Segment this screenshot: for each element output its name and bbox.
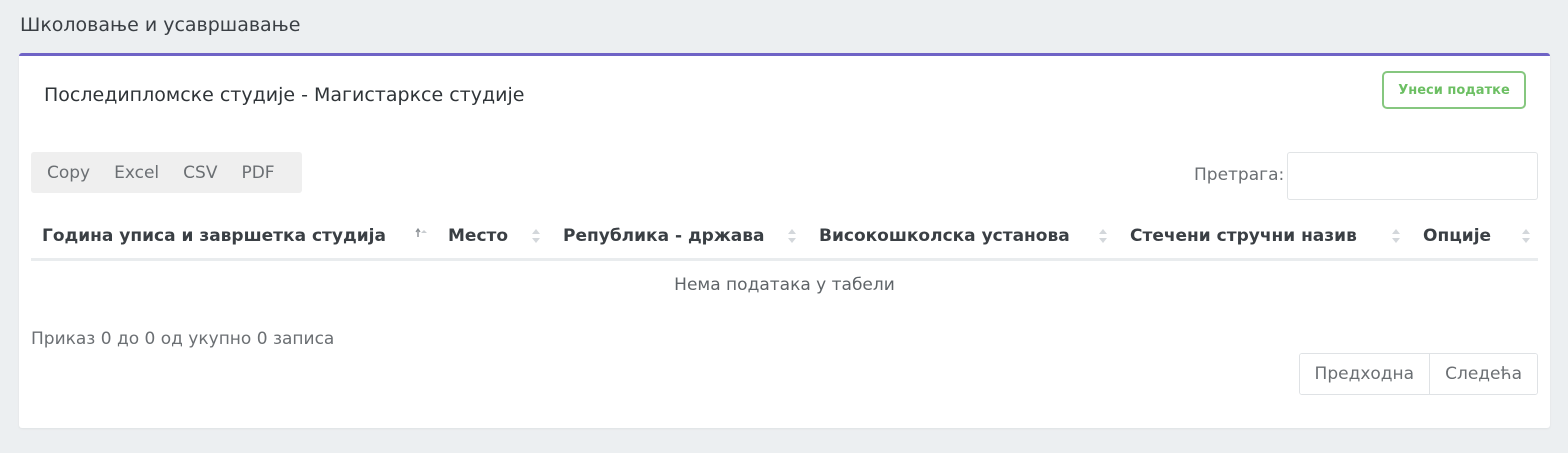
table-info: Приказ 0 до 0 од укупно 0 записа: [31, 329, 335, 349]
table-header: Година уписа и завршетка студија Место Р…: [31, 214, 1538, 261]
next-page-button[interactable]: Следећа: [1429, 354, 1537, 394]
search-input[interactable]: [1287, 152, 1538, 200]
search-label: Претрага:: [1194, 165, 1285, 185]
column-header-label: Стечени стручни назив: [1130, 226, 1357, 246]
column-header-label: Република - држава: [563, 226, 765, 246]
sort-icon: [532, 229, 540, 243]
data-table: Година уписа и завршетка студија Место Р…: [31, 214, 1538, 309]
column-header-label: Место: [448, 226, 509, 246]
column-header-year[interactable]: Година уписа и завршетка студија: [31, 214, 433, 258]
column-header-place[interactable]: Место: [437, 214, 548, 258]
column-header-label: Високошколска установа: [819, 226, 1070, 246]
sort-ascending-icon: [415, 227, 427, 237]
sort-icon: [1099, 229, 1107, 243]
previous-page-button[interactable]: Предходна: [1299, 354, 1430, 394]
column-header-country[interactable]: Република - држава: [552, 214, 804, 258]
page-title: Школовање и усавршавање: [20, 14, 301, 36]
table-body: Нема података у табели: [31, 261, 1538, 309]
pdf-button[interactable]: PDF: [229, 152, 286, 193]
csv-button[interactable]: CSV: [171, 152, 229, 193]
education-card: Последипломске студије - Магистарксе сту…: [19, 53, 1550, 428]
pagination: Предходна Следећа: [1298, 353, 1538, 395]
empty-table-message: Нема података у табели: [674, 275, 895, 295]
copy-button[interactable]: Copy: [35, 152, 102, 193]
column-header-label: Година уписа и завршетка студија: [42, 226, 386, 246]
sort-icon: [788, 229, 796, 243]
excel-button[interactable]: Excel: [102, 152, 171, 193]
column-header-label: Опције: [1423, 226, 1492, 246]
column-header-institution[interactable]: Високошколска установа: [808, 214, 1115, 258]
column-header-options[interactable]: Опције: [1412, 214, 1538, 258]
sort-icon: [1522, 229, 1530, 243]
export-button-group: Copy Excel CSV PDF: [31, 152, 302, 193]
column-header-degree[interactable]: Стечени стручни назив: [1119, 214, 1408, 258]
card-title: Последипломске студије - Магистарксе сту…: [44, 84, 525, 106]
sort-icon: [1392, 229, 1400, 243]
add-data-button[interactable]: Унеси податке: [1382, 71, 1526, 109]
